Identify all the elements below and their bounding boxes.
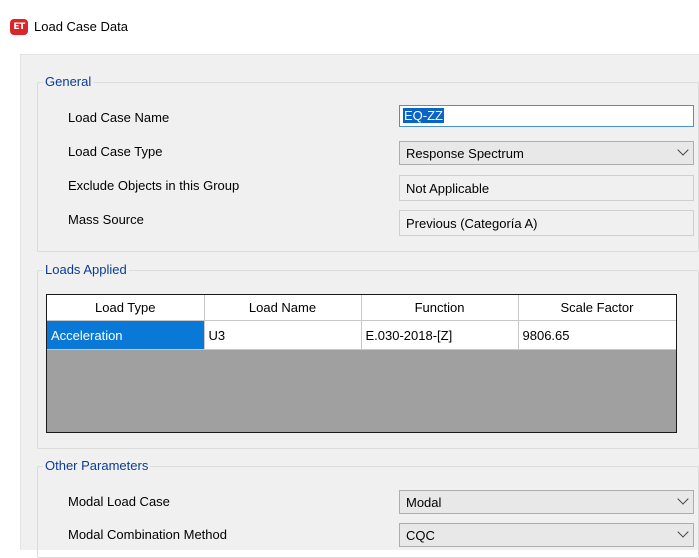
modal-load-case-value: Modal	[406, 495, 442, 510]
column-header-scale-factor[interactable]: Scale Factor	[518, 295, 676, 321]
mass-source-value: Previous (Categoría A)	[406, 216, 538, 231]
column-header-load-name[interactable]: Load Name	[204, 295, 362, 321]
modal-load-case-dropdown[interactable]: Modal	[399, 490, 694, 514]
modal-combination-label: Modal Combination Method	[68, 527, 227, 542]
column-header-load-type[interactable]: Load Type	[47, 295, 205, 321]
modal-load-case-label: Modal Load Case	[68, 494, 170, 509]
load-case-name-input[interactable]: EQ-ZZ	[399, 105, 694, 127]
cell-load-type[interactable]: Acceleration	[47, 320, 205, 350]
window-title: Load Case Data	[34, 19, 128, 34]
load-case-type-value: Response Spectrum	[406, 146, 524, 161]
chevron-down-icon	[677, 144, 689, 156]
load-case-type-dropdown[interactable]: Response Spectrum	[399, 141, 694, 165]
etabs-app-icon: ET	[10, 19, 28, 35]
cell-function[interactable]: E.030-2018-[Z]	[361, 320, 519, 350]
mass-source-field: Previous (Categoría A)	[399, 210, 694, 236]
chevron-down-icon	[677, 526, 689, 538]
exclude-objects-value: Not Applicable	[406, 181, 490, 196]
title-bar: ET Load Case Data	[0, 0, 699, 54]
table-row[interactable]: Acceleration U3 E.030-2018-[Z] 9806.65	[47, 320, 676, 350]
exclude-objects-label: Exclude Objects in this Group	[68, 178, 240, 193]
load-case-type-label: Load Case Type	[68, 144, 163, 159]
chevron-down-icon	[677, 493, 689, 505]
load-case-name-label: Load Case Name	[68, 110, 170, 125]
mass-source-label: Mass Source	[68, 212, 144, 227]
general-group-title: General	[43, 74, 94, 90]
loads-applied-group-title: Loads Applied	[43, 262, 129, 278]
loads-applied-grid[interactable]: Load Type Load Name Function Scale Facto…	[46, 294, 677, 433]
cell-load-name[interactable]: U3	[204, 320, 362, 350]
exclude-objects-field: Not Applicable	[399, 175, 694, 201]
other-parameters-group-title: Other Parameters	[43, 458, 151, 474]
modal-combination-value: CQC	[406, 528, 435, 543]
cell-scale-factor[interactable]: 9806.65	[518, 320, 676, 350]
column-header-function[interactable]: Function	[361, 295, 519, 321]
load-case-name-value: EQ-ZZ	[403, 108, 444, 123]
modal-combination-dropdown[interactable]: CQC	[399, 523, 694, 547]
grid-header-row: Load Type Load Name Function Scale Facto…	[47, 295, 676, 321]
